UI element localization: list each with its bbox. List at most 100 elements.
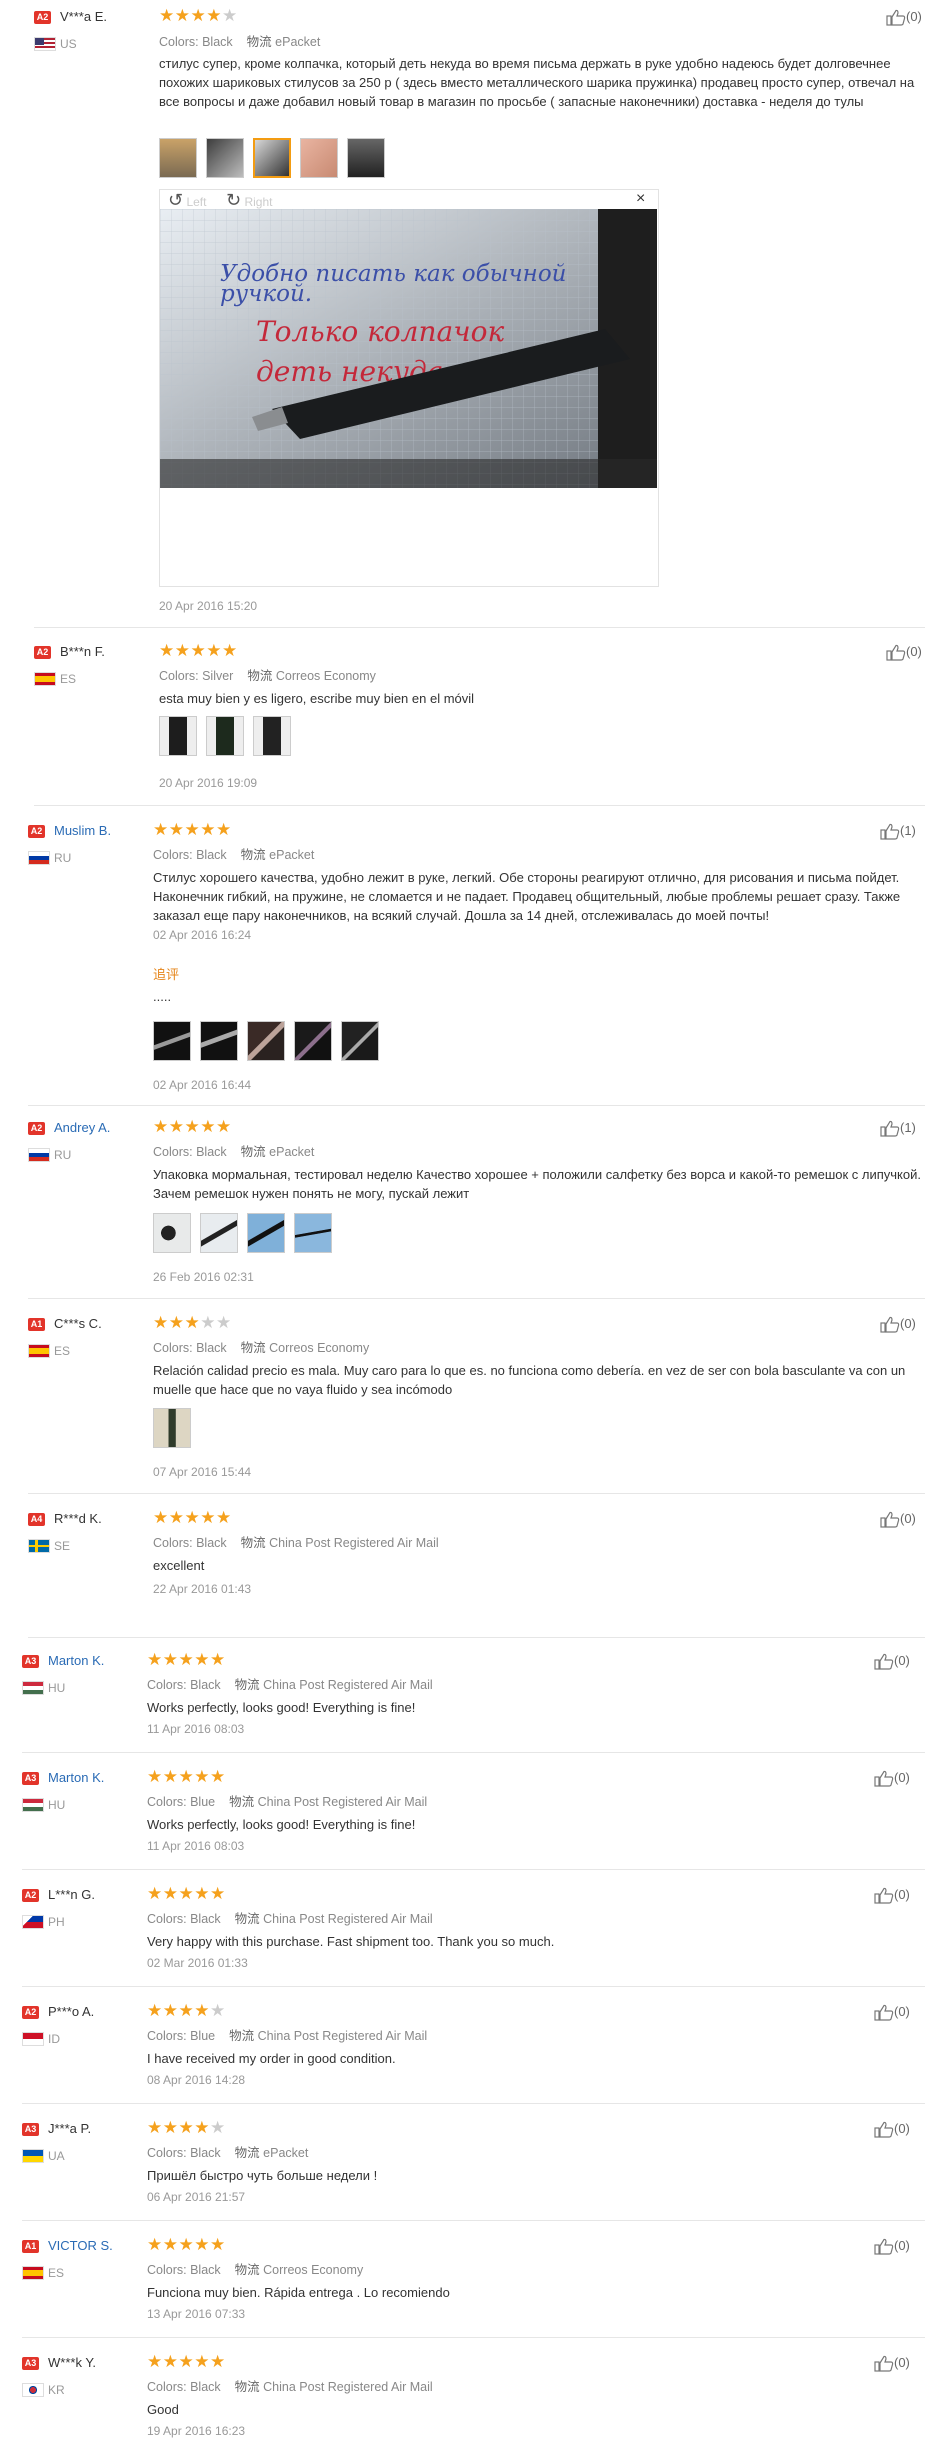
- buyer-level-badge: A2: [34, 646, 51, 659]
- reviewer-name-link[interactable]: Andrey A.: [54, 1120, 110, 1135]
- photo-thumbnail[interactable]: [153, 1021, 191, 1061]
- like-button[interactable]: (0): [874, 2238, 910, 2255]
- review-date: 20 Apr 2016 19:09: [159, 776, 258, 790]
- photo-thumbnail[interactable]: [200, 1021, 238, 1061]
- country-code: RU: [54, 851, 72, 865]
- star-filled-icon: ★: [162, 2118, 179, 2137]
- rotate-left-button[interactable]: ↺ Left: [168, 190, 206, 211]
- reviewer-name-link[interactable]: Marton K.: [48, 1653, 104, 1668]
- review-text: I have received my order in good conditi…: [147, 2051, 396, 2066]
- close-viewer-button[interactable]: ×: [636, 190, 645, 208]
- rating-stars: ★★★★★: [147, 1884, 226, 1903]
- rating-stars: ★★★★★: [147, 1767, 226, 1786]
- star-filled-icon: ★: [194, 2001, 210, 2020]
- rating-stars: ★★★★★: [153, 1117, 232, 1136]
- order-info: Colors: Black 物流 ePacket: [153, 1145, 315, 1159]
- review-divider: [22, 2220, 925, 2221]
- reviewer-name: B***n F.: [60, 644, 105, 659]
- order-info: Colors: Black 物流 China Post Registered Ai…: [153, 1536, 439, 1550]
- country-code: HU: [48, 1798, 66, 1812]
- review-date: 02 Apr 2016 16:24: [153, 928, 252, 942]
- flag-us-icon: [34, 37, 56, 51]
- review-divider: [22, 1752, 925, 1753]
- star-filled-icon: ★: [159, 641, 175, 660]
- star-empty-icon: ★: [210, 2001, 226, 2020]
- reviewer-name-link[interactable]: Muslim B.: [54, 823, 111, 838]
- photo-thumbnail[interactable]: [253, 716, 291, 756]
- review-text: Very happy with this purchase. Fast ship…: [147, 1934, 555, 1949]
- like-button[interactable]: (1): [880, 823, 916, 840]
- review-text: excellent: [153, 1558, 205, 1573]
- star-filled-icon: ★: [147, 2118, 163, 2137]
- rating-stars: ★★★★★: [159, 641, 238, 660]
- photo-thumbnail[interactable]: [294, 1021, 332, 1061]
- like-button[interactable]: (0): [886, 644, 922, 661]
- thumbs-up-icon: [880, 1316, 900, 1333]
- additional-feedback-label: 追评: [153, 967, 180, 982]
- photo-thumbnail[interactable]: [206, 138, 244, 178]
- star-filled-icon: ★: [147, 2235, 163, 2254]
- star-filled-icon: ★: [162, 1884, 179, 1903]
- star-filled-icon: ★: [210, 2352, 226, 2371]
- country-code: SE: [54, 1539, 71, 1553]
- thumbs-up-icon: [874, 1653, 894, 1670]
- star-filled-icon: ★: [168, 1508, 185, 1527]
- photo-thumbnail[interactable]: [153, 1408, 191, 1448]
- photo-thumbnail[interactable]: [206, 716, 244, 756]
- photo-thumbnail[interactable]: [300, 138, 338, 178]
- star-filled-icon: ★: [168, 1117, 185, 1136]
- rating-stars: ★★★★★: [153, 1508, 232, 1527]
- like-button[interactable]: (0): [880, 1316, 916, 1333]
- review-text: esta muy bien y es ligero, escribe muy b…: [159, 691, 475, 706]
- buyer-level-badge: A3: [22, 2123, 39, 2136]
- reviewer-name-link[interactable]: Marton K.: [48, 1770, 104, 1785]
- thumbs-up-icon: [874, 1770, 894, 1787]
- country-code: UA: [48, 2149, 65, 2163]
- photo-thumbnail[interactable]: [341, 1021, 379, 1061]
- country-code: ES: [60, 672, 77, 686]
- photo-thumbnail[interactable]: [247, 1213, 285, 1253]
- like-button[interactable]: (0): [874, 1887, 910, 1904]
- like-button[interactable]: (0): [874, 2004, 910, 2021]
- photo-thumbnail[interactable]: [153, 1213, 191, 1253]
- star-filled-icon: ★: [168, 1313, 185, 1332]
- photo-thumbnail[interactable]: [294, 1213, 332, 1253]
- order-info: Colors: Silver 物流 Correos Economy: [159, 669, 376, 683]
- like-button[interactable]: (0): [874, 1653, 910, 1670]
- like-button[interactable]: (0): [880, 1511, 916, 1528]
- photo-thumbnail[interactable]: [247, 1021, 285, 1061]
- buyer-level-badge: A3: [22, 1772, 39, 1785]
- like-button[interactable]: (0): [874, 2355, 910, 2372]
- like-button[interactable]: (0): [886, 9, 922, 26]
- like-button[interactable]: (1): [880, 1120, 916, 1137]
- flag-kr-icon: [22, 2383, 44, 2397]
- reviewer-name: R***d K.: [54, 1511, 102, 1526]
- reviewer-name: J***a P.: [48, 2121, 92, 2136]
- order-info: Colors: Black 物流 China Post Registered Ai…: [147, 2380, 433, 2394]
- review-date: 26 Feb 2016 02:31: [153, 1270, 254, 1284]
- buyer-level-badge: A2: [22, 2006, 39, 2019]
- like-button[interactable]: (0): [874, 2121, 910, 2138]
- flag-es-icon: [34, 672, 56, 686]
- review-text: Пришёл быстро чуть больше недели !: [147, 2168, 378, 2183]
- rotate-right-button[interactable]: ↻ Right: [226, 190, 272, 211]
- star-filled-icon: ★: [194, 2235, 210, 2254]
- photo-thumbnail[interactable]: [159, 138, 197, 178]
- rating-stars: ★★★★★: [153, 1313, 232, 1332]
- star-filled-icon: ★: [147, 2352, 163, 2371]
- star-filled-icon: ★: [147, 1767, 163, 1786]
- thumbs-up-icon: [874, 2238, 894, 2255]
- order-info: Colors: Black 物流 China Post Registered Ai…: [147, 1678, 433, 1692]
- photo-thumbnail[interactable]: [347, 138, 385, 178]
- photo-thumbnail[interactable]: [159, 716, 197, 756]
- buyer-level-badge: A1: [28, 1318, 45, 1331]
- photo-thumbnail-selected[interactable]: [253, 138, 291, 178]
- buyer-level-badge: A2: [22, 1889, 39, 1902]
- star-filled-icon: ★: [210, 1650, 226, 1669]
- rating-stars: ★★★★★: [147, 2352, 226, 2371]
- like-button[interactable]: (0): [874, 1770, 910, 1787]
- star-filled-icon: ★: [194, 1767, 210, 1786]
- reviewer-name-link[interactable]: VICTOR S.: [48, 2238, 113, 2253]
- photo-thumbnail[interactable]: [200, 1213, 238, 1253]
- review-date: 07 Apr 2016 15:44: [153, 1465, 252, 1479]
